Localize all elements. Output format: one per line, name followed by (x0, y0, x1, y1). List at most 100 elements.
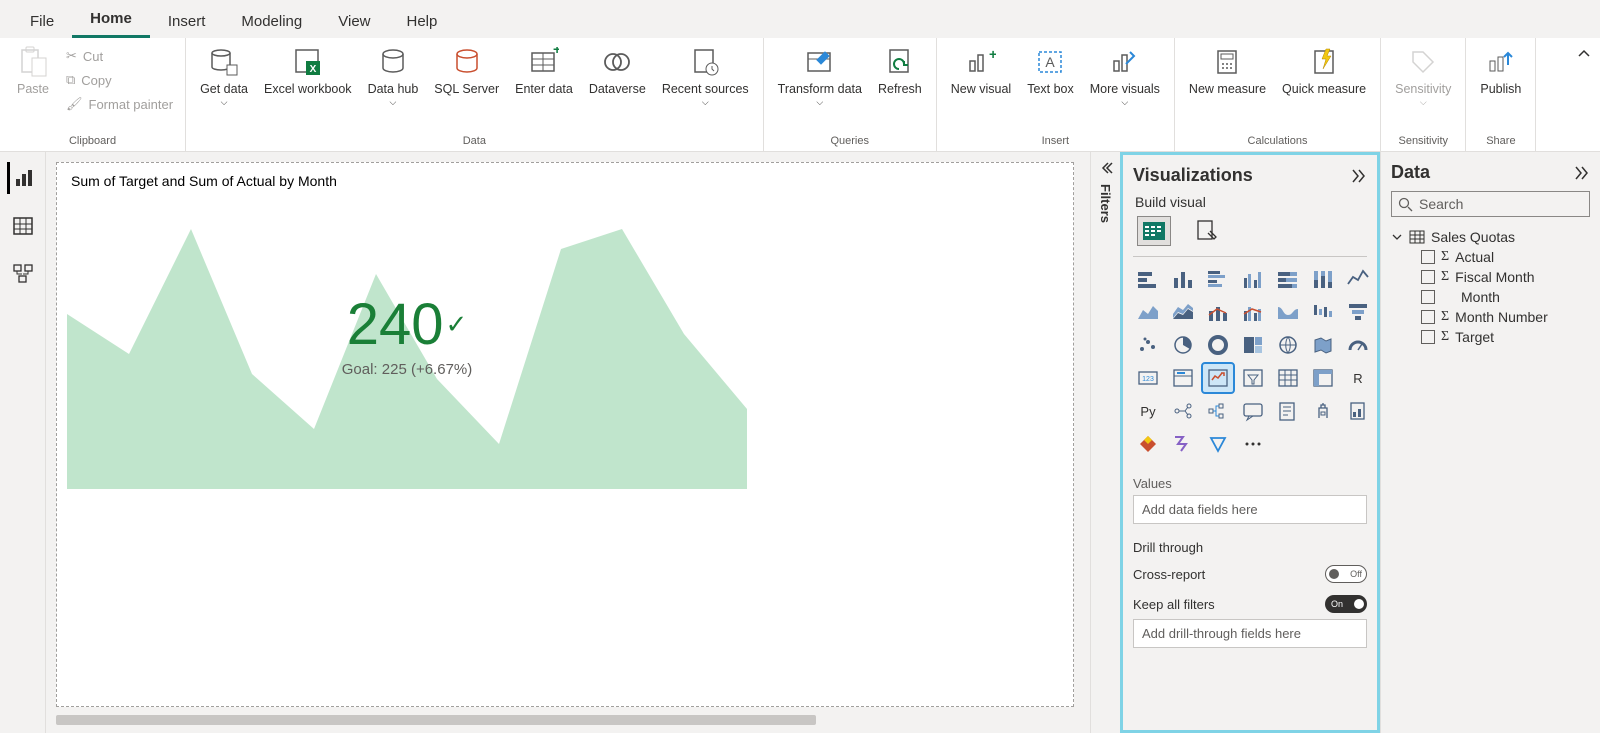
field-target[interactable]: ΣTarget (1391, 327, 1590, 347)
viz-treemap[interactable] (1238, 331, 1268, 359)
recent-sources-button[interactable]: Recent sources⌵ (656, 42, 755, 112)
viz-paginated[interactable] (1343, 397, 1373, 425)
filters-pane-collapsed[interactable]: Filters (1090, 152, 1120, 733)
tab-insert[interactable]: Insert (150, 5, 224, 38)
viz-scatter[interactable] (1133, 331, 1163, 359)
viz-area[interactable] (1133, 298, 1163, 326)
data-pane-title: Data (1391, 162, 1430, 183)
cross-report-toggle[interactable]: Off (1325, 565, 1367, 583)
tab-modeling[interactable]: Modeling (223, 5, 320, 38)
viz-clustered-column[interactable] (1238, 265, 1268, 293)
viz-matrix[interactable] (1308, 364, 1338, 392)
collapse-icon[interactable] (1572, 164, 1590, 182)
report-canvas[interactable]: Sum of Target and Sum of Actual by Month… (46, 152, 1090, 733)
svg-text:+: + (989, 47, 996, 62)
field-fiscal-month[interactable]: ΣFiscal Month (1391, 267, 1590, 287)
data-view-button[interactable] (7, 210, 39, 242)
group-label-insert: Insert (945, 133, 1166, 151)
get-data-button[interactable]: Get data⌵ (194, 42, 254, 112)
enter-data-button[interactable]: +Enter data (509, 42, 579, 101)
tab-help[interactable]: Help (389, 5, 456, 38)
cut-button[interactable]: ✂Cut (62, 46, 177, 66)
report-view-button[interactable] (7, 162, 39, 194)
viz-line-clustered-col[interactable] (1238, 298, 1268, 326)
collapse-ribbon-button[interactable] (1574, 44, 1594, 64)
viz-ribbon[interactable] (1273, 298, 1303, 326)
model-view-button[interactable] (7, 258, 39, 290)
viz-smart-narrative[interactable] (1273, 397, 1303, 425)
viz-goals[interactable] (1308, 397, 1338, 425)
drill-through-label: Drill through (1133, 540, 1367, 555)
viz-python[interactable]: Py (1133, 397, 1163, 425)
values-well[interactable]: Add data fields here (1133, 495, 1367, 524)
viz-power-apps[interactable] (1133, 430, 1163, 458)
viz-qna[interactable] (1238, 397, 1268, 425)
viz-clustered-bar[interactable] (1203, 265, 1233, 293)
field-month-number[interactable]: ΣMonth Number (1391, 307, 1590, 327)
paste-button[interactable]: Paste (8, 42, 58, 101)
viz-stacked-area[interactable] (1168, 298, 1198, 326)
drill-well[interactable]: Add drill-through fields here (1133, 619, 1367, 648)
viz-100-column[interactable] (1308, 265, 1338, 293)
search-input[interactable]: Search (1391, 191, 1590, 217)
refresh-button[interactable]: Refresh (872, 42, 928, 101)
format-visual-tab[interactable] (1191, 216, 1225, 246)
viz-waterfall[interactable] (1308, 298, 1338, 326)
viz-donut[interactable] (1203, 331, 1233, 359)
viz-decomposition[interactable] (1203, 397, 1233, 425)
kpi-visual[interactable]: Sum of Target and Sum of Actual by Month… (67, 171, 747, 481)
datahub-button[interactable]: Data hub⌵ (362, 42, 425, 112)
viz-card[interactable]: 123 (1133, 364, 1163, 392)
view-rail (0, 152, 46, 733)
viz-multirow-card[interactable] (1168, 364, 1198, 392)
publish-button[interactable]: Publish (1474, 42, 1527, 101)
table-sales-quotas[interactable]: Sales Quotas (1391, 227, 1590, 247)
field-actual[interactable]: ΣActual (1391, 247, 1590, 267)
sql-button[interactable]: SQL Server (428, 42, 505, 101)
viz-more[interactable] (1238, 430, 1268, 458)
viz-stacked-bar[interactable] (1133, 265, 1163, 293)
viz-stacked-column[interactable] (1168, 265, 1198, 293)
more-visuals-button[interactable]: More visuals⌵ (1084, 42, 1166, 112)
table-plus-icon: + (528, 46, 560, 78)
quick-measure-button[interactable]: Quick measure (1276, 42, 1372, 101)
transform-data-button[interactable]: Transform data⌵ (772, 42, 868, 112)
tab-view[interactable]: View (320, 5, 388, 38)
viz-kpi[interactable] (1203, 364, 1233, 392)
viz-azure-map[interactable] (1203, 430, 1233, 458)
tab-home[interactable]: Home (72, 2, 150, 38)
tab-file[interactable]: File (12, 5, 72, 38)
svg-text:+: + (553, 47, 559, 57)
tag-icon (1407, 46, 1439, 78)
viz-table[interactable] (1273, 364, 1303, 392)
sensitivity-button[interactable]: Sensitivity⌵ (1389, 42, 1457, 112)
viz-pie[interactable] (1168, 331, 1198, 359)
excel-button[interactable]: XExcel workbook (258, 42, 358, 101)
paste-label: Paste (17, 82, 49, 97)
canvas-scrollbar[interactable] (56, 713, 1090, 727)
dataverse-button[interactable]: Dataverse (583, 42, 652, 101)
viz-filled-map[interactable] (1308, 331, 1338, 359)
recent-icon (689, 46, 721, 78)
viz-line[interactable] (1343, 265, 1373, 293)
report-page[interactable]: Sum of Target and Sum of Actual by Month… (56, 162, 1074, 707)
viz-key-influencers[interactable] (1168, 397, 1198, 425)
field-month[interactable]: Month (1391, 287, 1590, 307)
viz-power-automate[interactable] (1168, 430, 1198, 458)
viz-funnel[interactable] (1343, 298, 1373, 326)
new-visual-button[interactable]: +New visual (945, 42, 1017, 101)
copy-button[interactable]: ⧉Copy (62, 70, 177, 90)
build-visual-tab[interactable] (1137, 216, 1171, 246)
text-box-button[interactable]: AText box (1021, 42, 1080, 101)
new-measure-button[interactable]: New measure (1183, 42, 1272, 101)
format-painter-button[interactable]: 🖌Format painter (62, 94, 177, 114)
keep-filters-toggle[interactable]: On (1325, 595, 1367, 613)
viz-gauge[interactable] (1343, 331, 1373, 359)
collapse-icon[interactable] (1349, 167, 1367, 185)
viz-map[interactable] (1273, 331, 1303, 359)
viz-r[interactable]: R (1343, 364, 1373, 392)
viz-slicer[interactable] (1238, 364, 1268, 392)
svg-text:A: A (1046, 54, 1056, 70)
viz-line-stacked-col[interactable] (1203, 298, 1233, 326)
viz-100-bar[interactable] (1273, 265, 1303, 293)
